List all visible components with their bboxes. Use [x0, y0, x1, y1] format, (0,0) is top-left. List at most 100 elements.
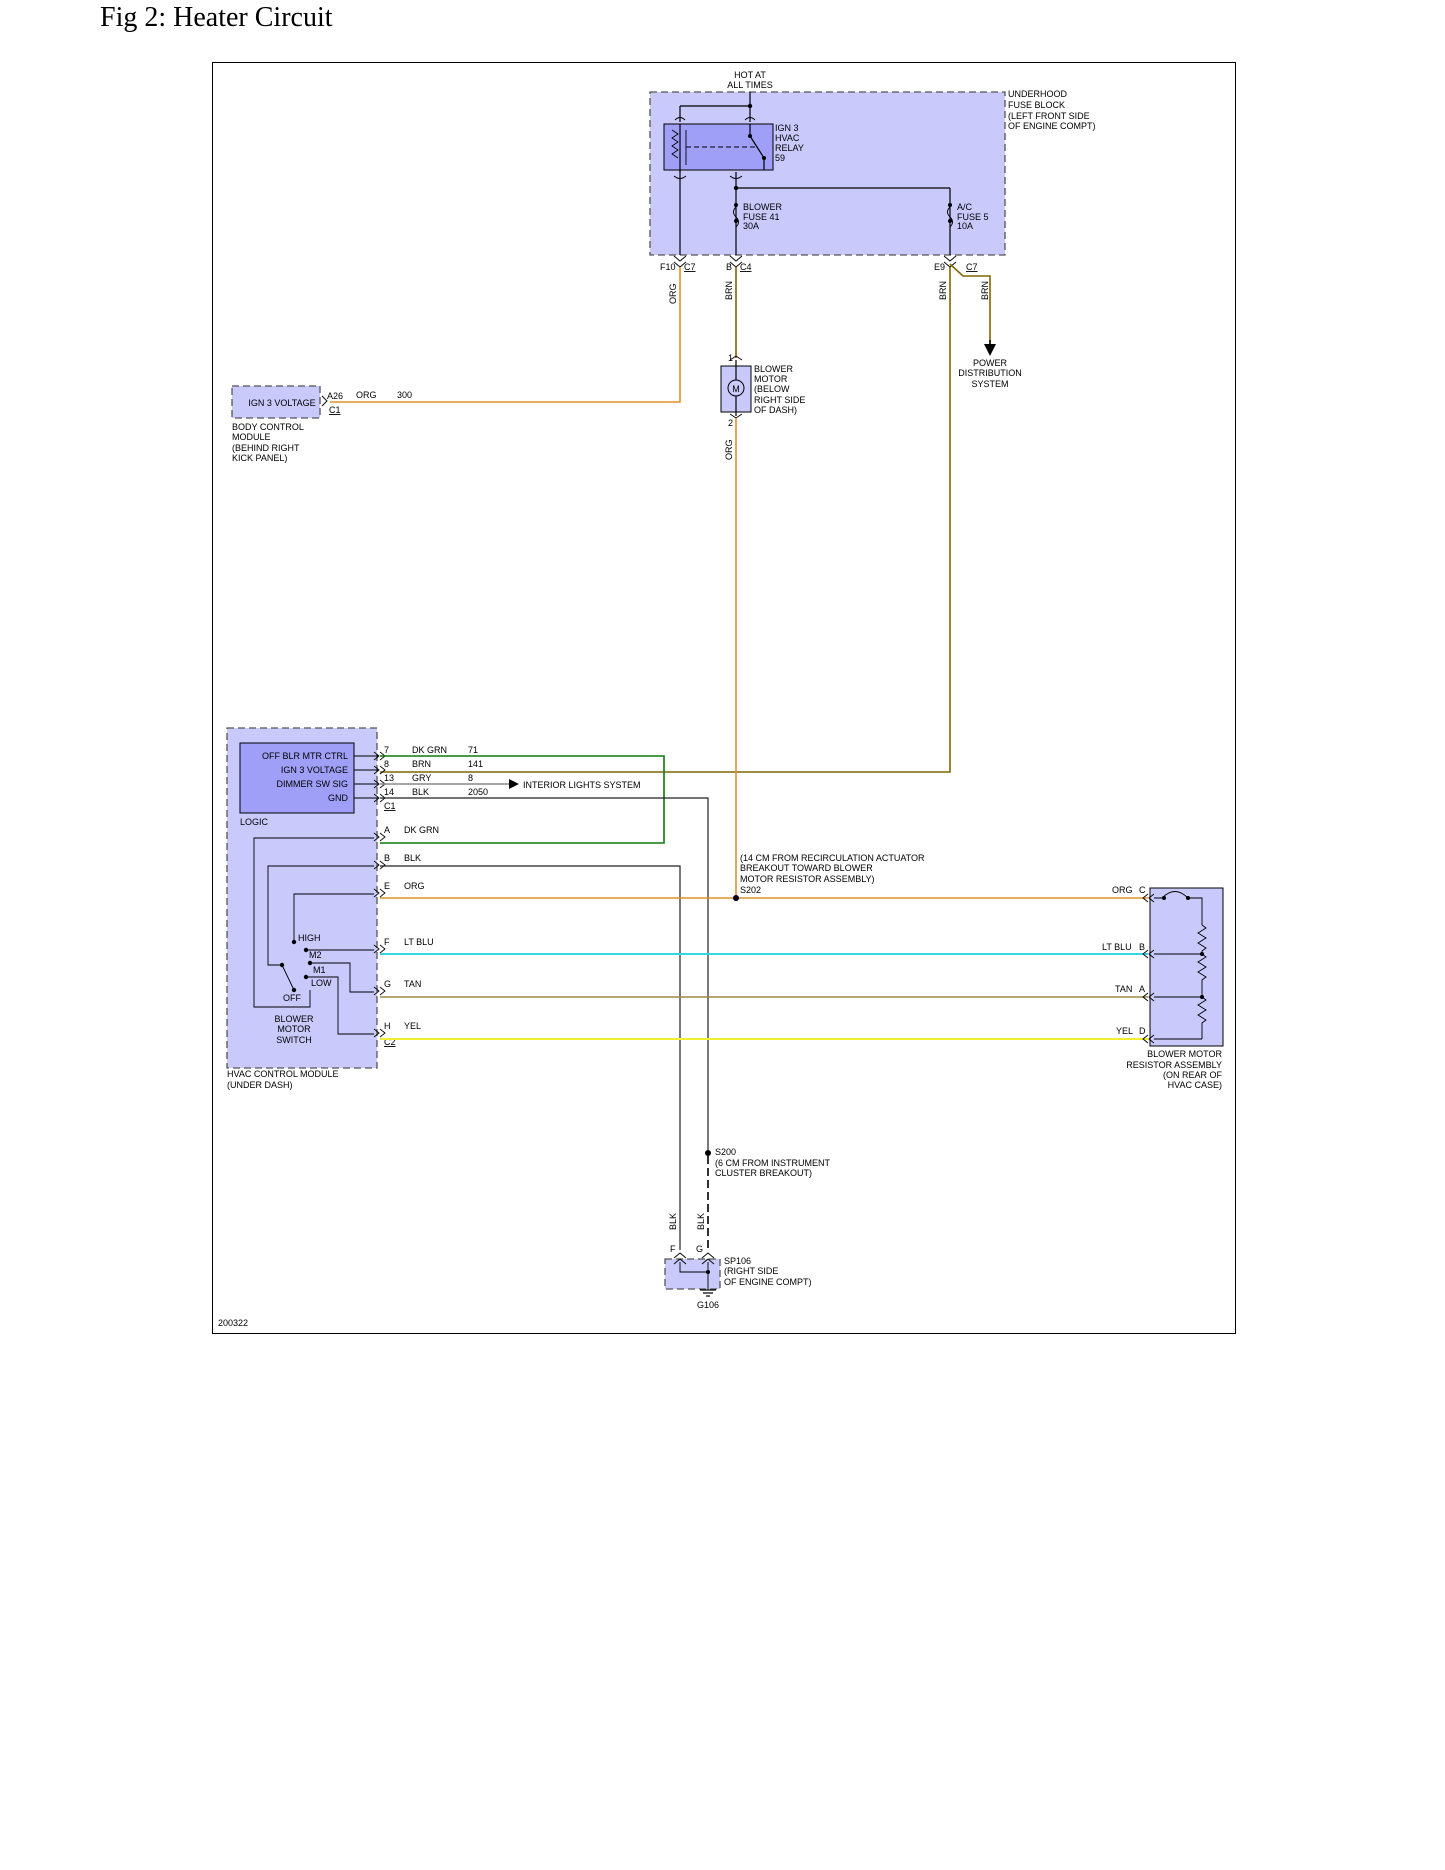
splice-s202 [733, 895, 739, 901]
blower-motor-resistor: ORG C LT BLU B TAN A YEL D BLOWER MOTOR … [1102, 885, 1224, 1090]
c1-circuit-8: 8 [468, 773, 473, 783]
motor-label-1: BLOWER [754, 364, 794, 374]
bcm-circuit: 300 [397, 390, 412, 400]
sp106-box [664, 1258, 721, 1290]
motor-label-4: RIGHT SIDE [754, 395, 805, 405]
logic-row-4: GND [328, 793, 349, 803]
sp106-pin-g: G [696, 1244, 703, 1254]
c2-pin-f: F [384, 937, 390, 947]
wire-brn-power-dist [949, 263, 991, 346]
splice-pack-sp106: F G SP106 (RIGHT SIDE OF ENGINE COMPT) G… [664, 1244, 812, 1310]
c1-color-dkgrn: DK GRN [412, 745, 447, 755]
wire-label-brn-c4: BRN [724, 281, 734, 300]
sp106-label-1: SP106 [724, 1256, 751, 1266]
resistor-color-org: ORG [1112, 885, 1133, 895]
conn-c1-hvac: C1 [384, 801, 396, 811]
switch-label-1: BLOWER [274, 1014, 314, 1024]
c1-circuit-141: 141 [468, 759, 483, 769]
motor-pin-2: 2 [728, 418, 733, 428]
c2-pin-e: E [384, 881, 390, 891]
s200-name: S200 [715, 1147, 736, 1157]
ground-g106: G106 [697, 1300, 719, 1310]
bcm-label-3: (BEHIND RIGHT [232, 443, 300, 453]
splice-s200 [705, 1150, 711, 1156]
wire-label-brn-e9: BRN [938, 281, 948, 300]
hot-at-all-times-label-1: HOT AT [734, 70, 766, 80]
hvac-control-module: OFF BLR MTR CTRL IGN 3 VOLTAGE DIMMER SW… [226, 727, 488, 1090]
conn-c7-right: C7 [966, 262, 978, 272]
ground-icon [700, 1289, 716, 1297]
resistor-box [1149, 887, 1224, 1047]
pin-e9: E9 [934, 262, 945, 272]
resistor-pin-b: B [1139, 942, 1145, 952]
relay-label-3: RELAY [775, 143, 804, 153]
body-control-module: IGN 3 VOLTAGE A26 C1 ORG 300 BODY CONTRO… [231, 385, 412, 463]
wire-brn-141 [380, 267, 951, 773]
sp106-label-2: (RIGHT SIDE [724, 1266, 778, 1276]
fuse-block-box [649, 91, 1006, 256]
c1-circuit-71: 71 [468, 745, 478, 755]
resistor-label-2: RESISTOR ASSEMBLY [1126, 1060, 1222, 1070]
bcm-inner-label: IGN 3 VOLTAGE [248, 398, 315, 408]
logic-row-1: OFF BLR MTR CTRL [262, 751, 348, 761]
c1-circuit-2050: 2050 [468, 787, 488, 797]
heater-circuit-diagram: HOT AT ALL TIMES UNDERHOOD FUSE BLOCK (L… [218, 70, 1224, 1328]
switch-label-3: SWITCH [276, 1035, 312, 1045]
c2-color-org: ORG [404, 881, 425, 891]
s202-name: S202 [740, 885, 761, 895]
motor-label-3: (BELOW [754, 384, 790, 394]
c2-color-dkgrn: DK GRN [404, 825, 439, 835]
resistor-pin-a: A [1139, 984, 1145, 994]
hot-at-all-times-label-2: ALL TIMES [727, 80, 773, 90]
s202-note-2: BREAKOUT TOWARD BLOWER [740, 863, 873, 873]
c2-color-ltblu: LT BLU [404, 937, 434, 947]
hvac-module-label-2: (UNDER DASH) [227, 1080, 293, 1090]
motor-label-5: OF DASH) [754, 405, 797, 415]
relay-label-4: 59 [775, 153, 785, 163]
blower-fuse-label-3: 30A [743, 221, 759, 231]
switch-m1: M1 [313, 965, 326, 975]
wire-label-blk-g: BLK [696, 1213, 706, 1230]
switch-label-2: MOTOR [277, 1024, 311, 1034]
s202-note-3: MOTOR RESISTOR ASSEMBLY) [740, 874, 875, 884]
conn-c7-left: C7 [684, 262, 696, 272]
power-dist-label-3: SYSTEM [971, 379, 1008, 389]
wire-blk-2050 [380, 797, 709, 1150]
c2-pin-a: A [384, 825, 390, 835]
wire-blk-c2b [380, 865, 681, 1250]
sp106-label-3: OF ENGINE COMPT) [724, 1277, 812, 1287]
bcm-wire-color: ORG [356, 390, 377, 400]
interior-lights-label: INTERIOR LIGHTS SYSTEM [523, 780, 641, 790]
logic-row-2: IGN 3 VOLTAGE [281, 765, 348, 775]
ac-fuse-label-1: A/C [957, 202, 973, 212]
wire-label-org-motor: ORG [724, 439, 734, 460]
switch-off: OFF [283, 993, 301, 1003]
logic-label: LOGIC [240, 817, 269, 827]
switch-m2: M2 [309, 950, 322, 960]
motor-pin-1: 1 [728, 353, 733, 363]
c2-pin-g: G [384, 979, 391, 989]
switch-low: LOW [311, 978, 332, 988]
pin-f10: F10 [660, 262, 676, 272]
resistor-color-tan: TAN [1115, 984, 1132, 994]
c1-color-gry: GRY [412, 773, 431, 783]
bcm-conn-c1: C1 [329, 405, 341, 415]
c1-pin-8: 8 [384, 759, 389, 769]
fuse-block-label-4: OF ENGINE COMPT) [1008, 121, 1096, 131]
c1-pin-13: 13 [384, 773, 394, 783]
wire-org-300 [330, 267, 681, 403]
s200-note-2: CLUSTER BREAKOUT) [715, 1168, 812, 1178]
power-dist-label-1: POWER [973, 358, 1008, 368]
hvac-module-label-1: HVAC CONTROL MODULE [227, 1069, 339, 1079]
wire-label-org-f10: ORG [668, 283, 678, 304]
resistor-color-ltblu: LT BLU [1102, 942, 1132, 952]
bcm-label-1: BODY CONTROL [232, 422, 304, 432]
c2-pin-b: B [384, 853, 390, 863]
conn-c4: C4 [740, 262, 752, 272]
c1-color-blk: BLK [412, 787, 429, 797]
c2-color-yel: YEL [404, 1021, 421, 1031]
interior-lights-arrow-icon [509, 779, 519, 789]
c1-pin-14: 14 [384, 787, 394, 797]
fuse-block-label-2: FUSE BLOCK [1008, 100, 1065, 110]
switch-high: HIGH [298, 933, 321, 943]
